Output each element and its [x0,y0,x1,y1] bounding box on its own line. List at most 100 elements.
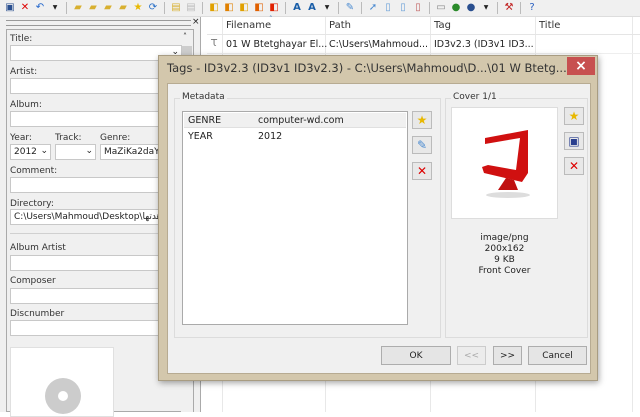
album-input[interactable] [10,111,182,127]
doc-icon-2[interactable]: ▯ [397,2,409,14]
delete-field-button[interactable]: ✕ [412,162,432,180]
cell-path: C:\Users\Mahmoud... [329,39,429,50]
toolbar: ▣ ✕ ↶ ▼ ▰ ▰ ▰ ▰ ★ ⟳ ▤ ▤ ◧ ◧ ◧ ◧ ◧ A A ▼ … [0,0,640,17]
edit-icon[interactable]: ✎ [344,2,356,14]
column-tag[interactable]: Tag [434,20,451,31]
cover-size: 9 KB [494,255,515,265]
tag-icon-2[interactable]: ◧ [223,2,235,14]
metadata-group: Metadata GENRE computer-wd.com YEAR 2012… [174,92,441,338]
year-select[interactable]: 2012 ⌄ [10,144,51,160]
monitor-logo [482,130,530,198]
column-path[interactable]: Path [329,20,351,31]
delete-icon: ✕ [416,164,428,178]
edit-icon: ✎ [416,138,428,152]
dialog-client: Metadata GENRE computer-wd.com YEAR 2012… [167,83,591,374]
album-artist-input[interactable] [10,255,182,271]
doc-icon-3[interactable]: ▯ [412,2,424,14]
album-art-box[interactable] [10,347,114,417]
web-icon[interactable]: ● [465,2,477,14]
dialog-title: Tags - ID3v2.3 (ID3v1 ID3v2.3) - C:\User… [167,61,567,75]
tag-icon-5[interactable]: ◧ [268,2,280,14]
year-value: 2012 [14,147,37,157]
save-icon[interactable]: ▣ [4,2,16,14]
refresh-icon[interactable]: ⟳ [147,2,159,14]
cd-icon [45,378,81,414]
save-cover-button[interactable]: ▣ [564,132,584,150]
field-value: 2012 [258,131,283,142]
metadata-row[interactable]: GENRE computer-wd.com [184,113,406,128]
undo-icon[interactable]: ↶ [34,2,46,14]
close-button[interactable]: × [567,57,595,75]
directory-input[interactable]: C:\Users\Mahmoud\Desktop\شاهدتها [10,209,182,225]
genre-label: Genre: [100,133,131,143]
metadata-list[interactable]: GENRE computer-wd.com YEAR 2012 [182,111,408,325]
discnumber-label: Discnumber [10,309,65,319]
tools-icon[interactable]: ⚒ [503,2,515,14]
doc-icon-1[interactable]: ▯ [382,2,394,14]
lock-icon[interactable]: ▤ [170,2,182,14]
comment-input[interactable] [10,177,182,193]
star-icon[interactable]: ★ [132,2,144,14]
delete-cover-button[interactable]: ✕ [564,157,584,175]
comment-label: Comment: [10,166,58,176]
cover-group: Cover 1/1 ★ ▣ ✕ image/png 200x162 9 KB F… [445,92,588,338]
add-field-button[interactable]: ★ [412,111,432,129]
dropdown-icon-2[interactable]: ▼ [321,2,333,14]
album-artist-label: Album Artist [10,243,66,253]
track-label: Track: [55,133,82,143]
globe-icon[interactable]: ● [450,2,462,14]
panel-close-icon[interactable]: × [192,17,200,27]
composer-input[interactable] [10,288,182,304]
star-add-icon: ★ [416,113,428,127]
ok-button[interactable]: OK [381,346,451,365]
folder-fav-icon[interactable]: ▰ [117,2,129,14]
cover-label: Cover 1/1 [451,92,499,102]
title-label: Title: [10,34,33,44]
album-label: Album: [10,100,42,110]
cell-tag: ID3v2.3 (ID3v1 ID3... [434,39,534,50]
lock-icon-2[interactable]: ▤ [185,2,197,14]
tag-icon-1[interactable]: ◧ [208,2,220,14]
tag-icon-4[interactable]: ◧ [253,2,265,14]
printer-icon[interactable]: ▭ [435,2,447,14]
export-icon[interactable]: ➚ [367,2,379,14]
help-icon[interactable]: ? [526,2,538,14]
cover-image[interactable] [451,107,558,219]
composer-label: Composer [10,276,56,286]
field-key: GENRE [188,115,222,126]
file-tag-icon: Ꚍ [211,38,218,49]
next-button[interactable]: >> [493,346,522,365]
panel-grip[interactable] [6,20,191,26]
cell-filename: 01 W Btetghayar El... [226,39,328,50]
text-case-icon-2[interactable]: A [306,2,318,14]
delete-icon[interactable]: ✕ [19,2,31,14]
tags-dialog: Tags - ID3v2.3 (ID3v1 ID3v2.3) - C:\User… [158,55,598,381]
folder-icon[interactable]: ▰ [102,2,114,14]
column-filename[interactable]: Filename [226,20,271,31]
metadata-row[interactable]: YEAR 2012 [184,129,406,144]
discnumber-input[interactable] [10,320,182,336]
artist-label: Artist: [10,67,38,77]
field-value: computer-wd.com [258,115,344,126]
folder-open-icon[interactable]: ▰ [72,2,84,14]
edit-field-button[interactable]: ✎ [412,136,432,154]
dropdown-icon[interactable]: ▼ [49,2,61,14]
table-row[interactable]: Ꚍ 01 W Btetghayar El... C:\Users\Mahmoud… [207,36,640,54]
tag-icon-3[interactable]: ◧ [238,2,250,14]
directory-label: Directory: [10,199,54,209]
column-title[interactable]: Title [539,20,560,31]
title-input[interactable]: ⌄ [10,45,182,61]
add-cover-button[interactable]: ★ [564,107,584,125]
cover-type: Front Cover [478,266,531,276]
folder-up-icon[interactable]: ▰ [87,2,99,14]
cancel-button[interactable]: Cancel [528,346,587,365]
dropdown-icon-3[interactable]: ▼ [480,2,492,14]
artist-input[interactable] [10,78,182,94]
cover-mime: image/png [480,233,529,243]
prev-button[interactable]: << [457,346,486,365]
text-case-icon[interactable]: A [291,2,303,14]
track-select[interactable]: ⌄ [55,144,96,160]
save-icon: ▣ [568,134,580,148]
star-add-icon: ★ [568,109,580,123]
year-label: Year: [10,133,32,143]
